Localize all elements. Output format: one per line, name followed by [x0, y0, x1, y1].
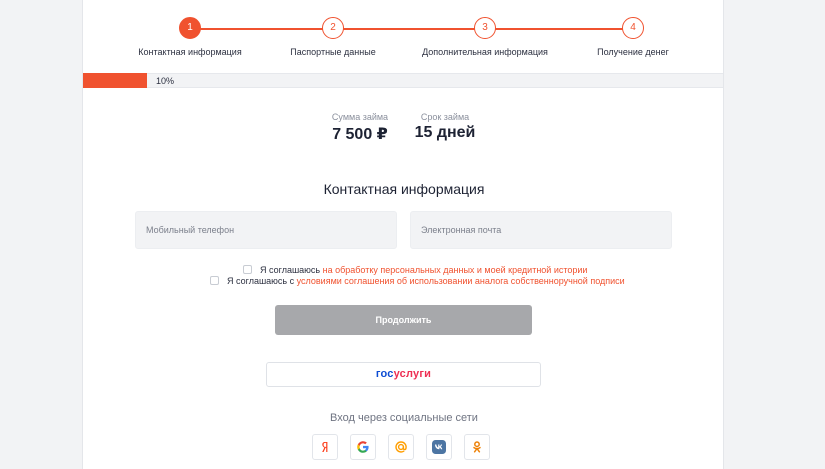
- mailru-login-button[interactable]: [388, 434, 414, 460]
- consent-personal-data-text: Я соглашаюсь: [260, 265, 323, 275]
- odnoklassniki-icon: [473, 441, 481, 453]
- step-1[interactable]: 1 Контактная информация: [120, 17, 260, 57]
- consent-signature-link[interactable]: условиями соглашения об использовании ан…: [297, 276, 625, 286]
- google-login-button[interactable]: [350, 434, 376, 460]
- loan-amount-label: Сумма займа: [331, 112, 389, 122]
- yandex-icon: [322, 442, 328, 452]
- step-3-circle: 3: [474, 17, 496, 39]
- gosuslugi-logo-part2: услуги: [393, 368, 432, 380]
- step-2[interactable]: 2 Паспортные данные: [263, 17, 403, 57]
- google-icon: [357, 441, 369, 453]
- progress-fill: [83, 73, 148, 88]
- vk-login-button[interactable]: [426, 434, 452, 460]
- loan-term-label: Срок займа: [420, 112, 470, 122]
- consent-signature-checkbox[interactable]: [210, 276, 219, 285]
- step-4[interactable]: 4 Получение денег: [563, 17, 703, 57]
- step-3-label: Дополнительная информация: [422, 47, 548, 57]
- step-1-circle: 1: [179, 17, 201, 39]
- step-2-label: Паспортные данные: [290, 47, 376, 57]
- continue-button[interactable]: Продолжить: [275, 305, 532, 335]
- consent-signature: Я соглашаюсь с условиями соглашения об и…: [210, 276, 625, 286]
- section-title: Контактная информация: [323, 181, 485, 197]
- vk-icon: [432, 440, 446, 454]
- mailru-icon: [395, 441, 407, 453]
- step-4-label: Получение денег: [597, 47, 669, 57]
- loan-term-value: 15 дней: [414, 124, 476, 141]
- social-login-title: Вход через социальные сети: [330, 412, 478, 424]
- gosuslugi-logo-part1: гос: [375, 368, 394, 380]
- email-input[interactable]: [410, 211, 672, 249]
- step-1-label: Контактная информация: [138, 47, 242, 57]
- consent-personal-data-checkbox[interactable]: [243, 265, 252, 274]
- consent-signature-text: Я соглашаюсь с: [227, 276, 297, 286]
- loan-amount: Сумма займа 7 500 ₽: [325, 112, 395, 144]
- step-4-circle: 4: [622, 17, 644, 39]
- consent-personal-data: Я соглашаюсь на обработку персональных д…: [243, 265, 587, 275]
- odnoklassniki-login-button[interactable]: [464, 434, 490, 460]
- stepper: 1 Контактная информация 2 Паспортные дан…: [83, 17, 723, 67]
- yandex-login-button[interactable]: [312, 434, 338, 460]
- registration-card: 1 Контактная информация 2 Паспортные дан…: [82, 0, 724, 469]
- step-3[interactable]: 3 Дополнительная информация: [415, 17, 555, 57]
- progress-bar: 10%: [83, 73, 723, 88]
- progress-label: 10%: [156, 76, 175, 86]
- loan-term: Срок займа 15 дней: [410, 112, 480, 142]
- loan-amount-value: 7 500 ₽: [332, 126, 388, 143]
- phone-input[interactable]: [135, 211, 397, 249]
- gosuslugi-button[interactable]: госуслуги: [266, 362, 541, 387]
- step-2-circle: 2: [322, 17, 344, 39]
- consent-personal-data-link[interactable]: на обработку персональных данных и моей …: [323, 265, 588, 275]
